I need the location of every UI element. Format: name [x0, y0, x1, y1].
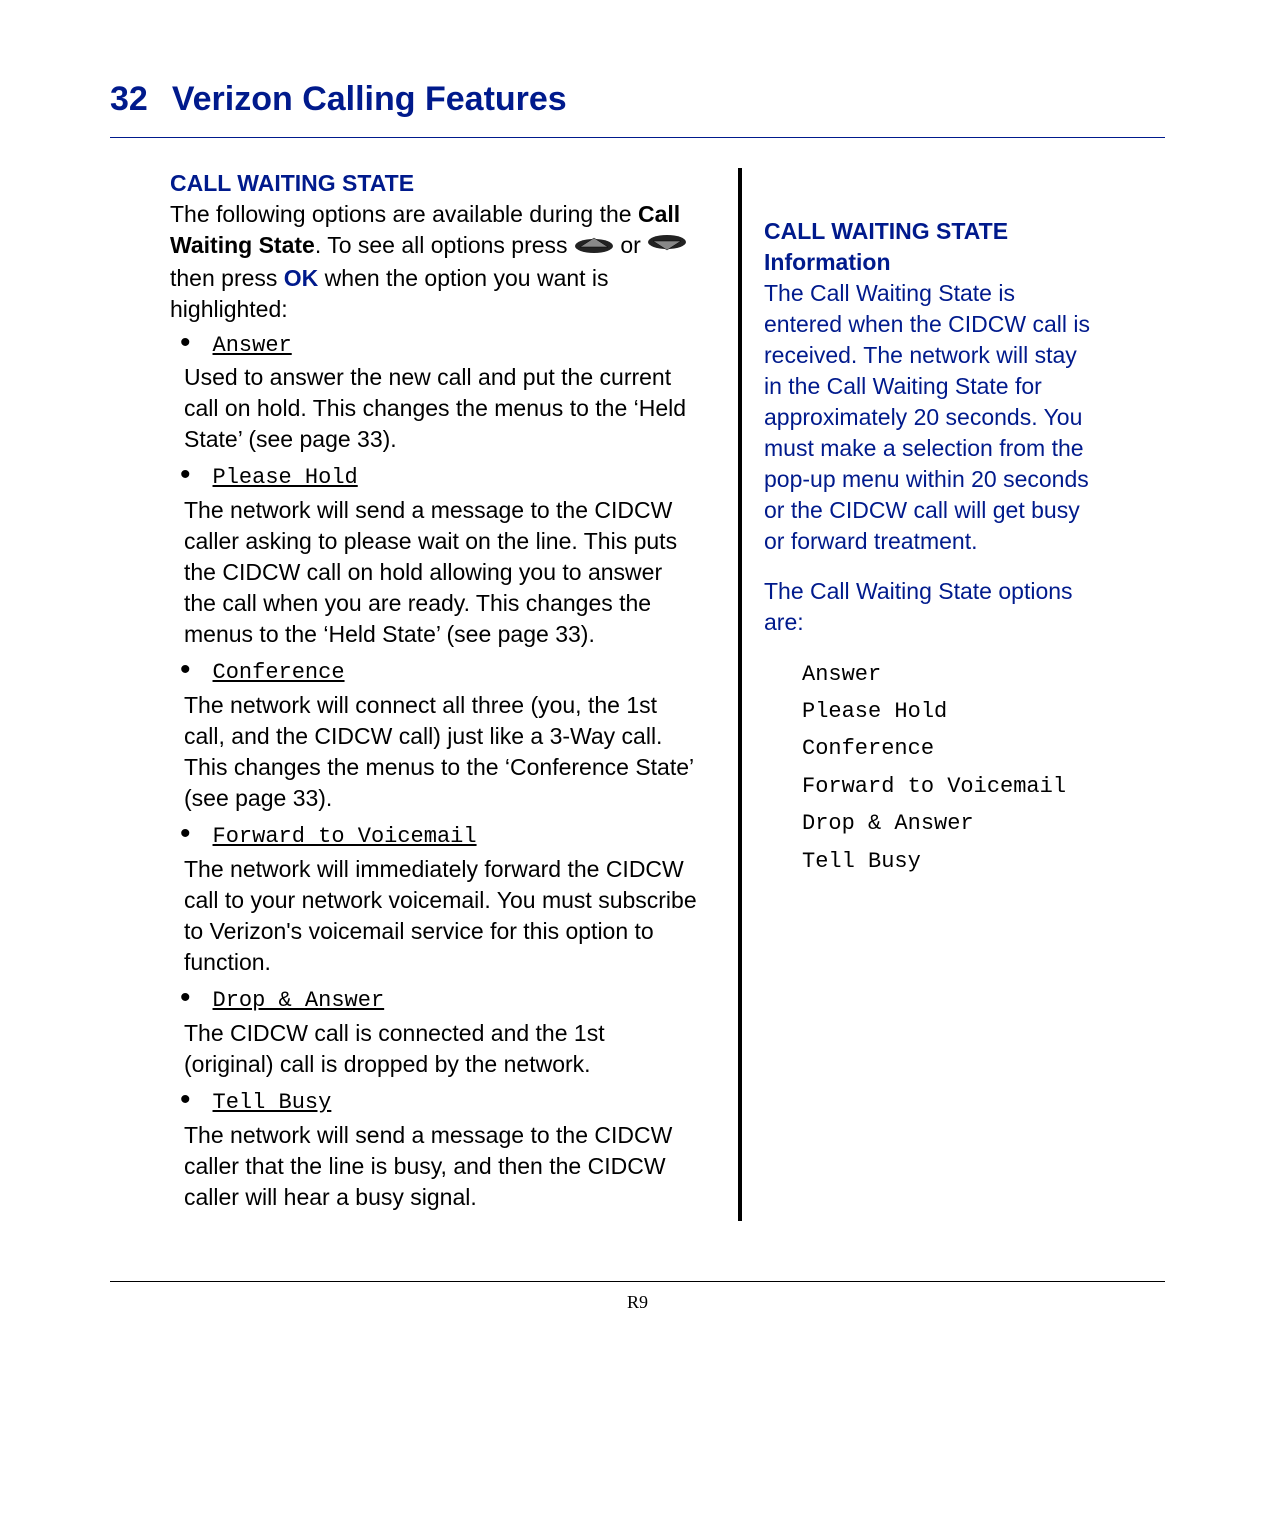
main-column: CALL WAITING STATE The following options… — [170, 168, 724, 1221]
sidebar-list-item: Drop & Answer — [802, 805, 1094, 842]
option-description: The network will send a message to the C… — [184, 1120, 700, 1213]
intro-text-3: then press — [170, 265, 284, 291]
option-label: Please Hold — [213, 463, 358, 493]
option-description: The CIDCW call is connected and the 1st … — [184, 1018, 700, 1080]
sidebar-list-item: Answer — [802, 656, 1094, 693]
section-heading: CALL WAITING STATE — [170, 168, 700, 199]
sidebar-heading: CALL WAITING STATE Information — [764, 216, 1094, 278]
intro-paragraph: The following options are available duri… — [170, 199, 700, 325]
option-conference: • Conference The network will connect al… — [170, 658, 700, 814]
page-header: 32 Verizon Calling Features — [110, 80, 1165, 119]
intro-or: or — [614, 232, 647, 258]
ok-label: OK — [284, 265, 319, 291]
sidebar-list-item: Forward to Voicemail — [802, 768, 1094, 805]
option-please-hold: • Please Hold The network will send a me… — [170, 463, 700, 650]
sidebar-list-item: Conference — [802, 730, 1094, 767]
sidebar-paragraph-1: The Call Waiting State is entered when t… — [764, 278, 1094, 557]
option-drop-answer: • Drop & Answer The CIDCW call is connec… — [170, 986, 700, 1080]
option-label: Tell Busy — [213, 1088, 332, 1118]
page-number: 32 — [110, 80, 148, 119]
option-label: Conference — [213, 658, 345, 688]
intro-text-1: The following options are available duri… — [170, 201, 638, 227]
bullet-icon: • — [180, 986, 191, 1010]
sidebar-list-item: Please Hold — [802, 693, 1094, 730]
option-label: Forward to Voicemail — [213, 822, 477, 852]
sidebar-list-item: Tell Busy — [802, 843, 1094, 880]
column-divider — [738, 168, 742, 1221]
sidebar-column: CALL WAITING STATE Information The Call … — [756, 168, 1094, 1221]
bullet-icon: • — [180, 1088, 191, 1112]
bullet-icon: • — [180, 331, 191, 355]
option-forward-voicemail: • Forward to Voicemail The network will … — [170, 822, 700, 978]
sidebar-options-list: Answer Please Hold Conference Forward to… — [764, 656, 1094, 880]
option-tell-busy: • Tell Busy The network will send a mess… — [170, 1088, 700, 1213]
option-label: Answer — [213, 331, 292, 361]
page-title: Verizon Calling Features — [172, 80, 567, 119]
option-label: Drop & Answer — [213, 986, 385, 1016]
sidebar-paragraph-2: The Call Waiting State options are: — [764, 576, 1094, 638]
option-answer: • Answer Used to answer the new call and… — [170, 331, 700, 456]
header-divider — [110, 137, 1165, 138]
option-description: Used to answer the new call and put the … — [184, 362, 700, 455]
footer-label: R9 — [110, 1292, 1165, 1313]
arrow-down-icon — [647, 231, 687, 262]
bullet-icon: • — [180, 658, 191, 682]
bullet-icon: • — [180, 822, 191, 846]
option-description: The network will send a message to the C… — [184, 495, 700, 650]
arrow-up-icon — [574, 231, 614, 262]
bullet-icon: • — [180, 463, 191, 487]
footer-divider — [110, 1281, 1165, 1282]
option-description: The network will connect all three (you,… — [184, 690, 700, 814]
intro-text-2: . To see all options press — [315, 232, 574, 258]
option-description: The network will immediately forward the… — [184, 854, 700, 978]
